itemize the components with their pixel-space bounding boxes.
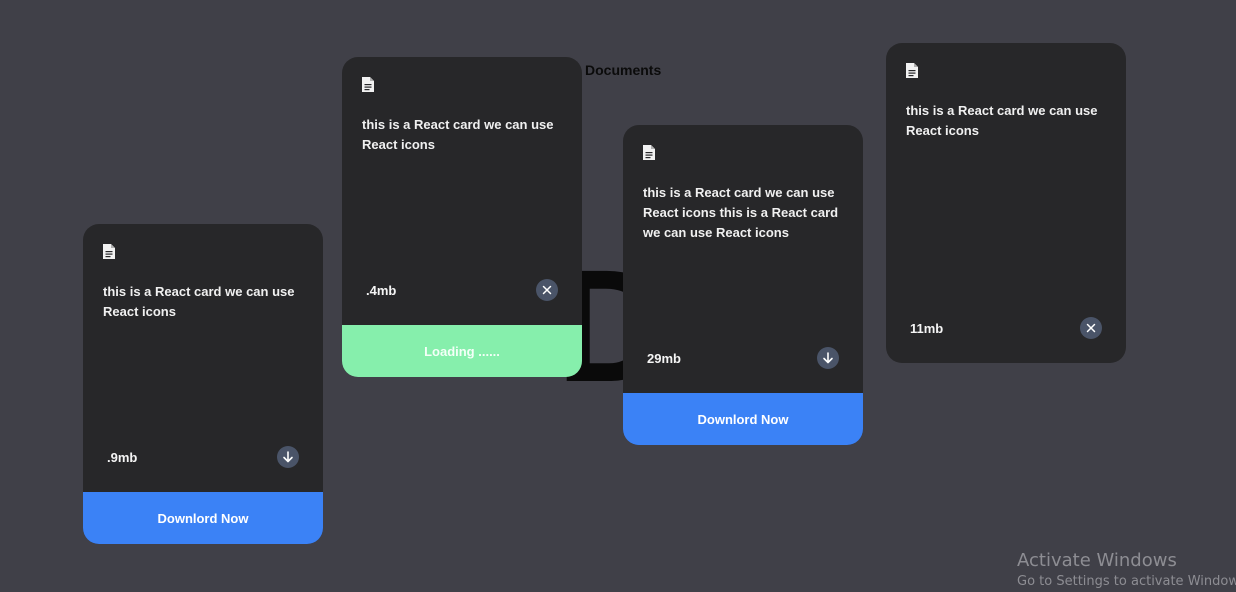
document-icon <box>643 145 655 160</box>
watermark-subtitle: Go to Settings to activate Windows. <box>1017 574 1236 589</box>
document-icon <box>906 63 918 78</box>
document-icon <box>362 77 374 92</box>
file-size: .4mb <box>366 283 397 298</box>
file-size: .9mb <box>107 450 138 465</box>
document-icon <box>103 244 115 259</box>
card-description: this is a React card we can use React ic… <box>906 103 1098 138</box>
card-description: this is a React card we can use React ic… <box>362 117 554 152</box>
file-card: this is a React card we can use React ic… <box>623 125 863 445</box>
download-icon-button[interactable] <box>817 347 839 369</box>
close-icon <box>542 285 552 295</box>
close-icon <box>1086 323 1096 333</box>
arrow-down-icon <box>283 451 293 463</box>
file-size: 11mb <box>910 321 944 336</box>
watermark-title: Activate Windows <box>1017 550 1177 571</box>
card-description: this is a React card we can use React ic… <box>643 185 839 240</box>
download-button[interactable]: Downlord Now <box>623 393 863 445</box>
download-button[interactable]: Downlord Now <box>83 492 323 544</box>
card-description: this is a React card we can use React ic… <box>103 284 295 319</box>
file-size: 29mb <box>647 351 681 366</box>
file-card: this is a React card we can use React ic… <box>342 57 582 377</box>
close-icon-button[interactable] <box>536 279 558 301</box>
loading-bar: Loading ...... <box>342 325 582 377</box>
file-card: this is a React card we can use React ic… <box>83 224 323 544</box>
close-icon-button[interactable] <box>1080 317 1102 339</box>
page-title: Documents <box>585 62 662 78</box>
download-icon-button[interactable] <box>277 446 299 468</box>
activate-windows-watermark: Activate Windows Go to Settings to activ… <box>1017 550 1236 592</box>
file-card: this is a React card we can use React ic… <box>886 43 1126 363</box>
arrow-down-icon <box>823 352 833 364</box>
